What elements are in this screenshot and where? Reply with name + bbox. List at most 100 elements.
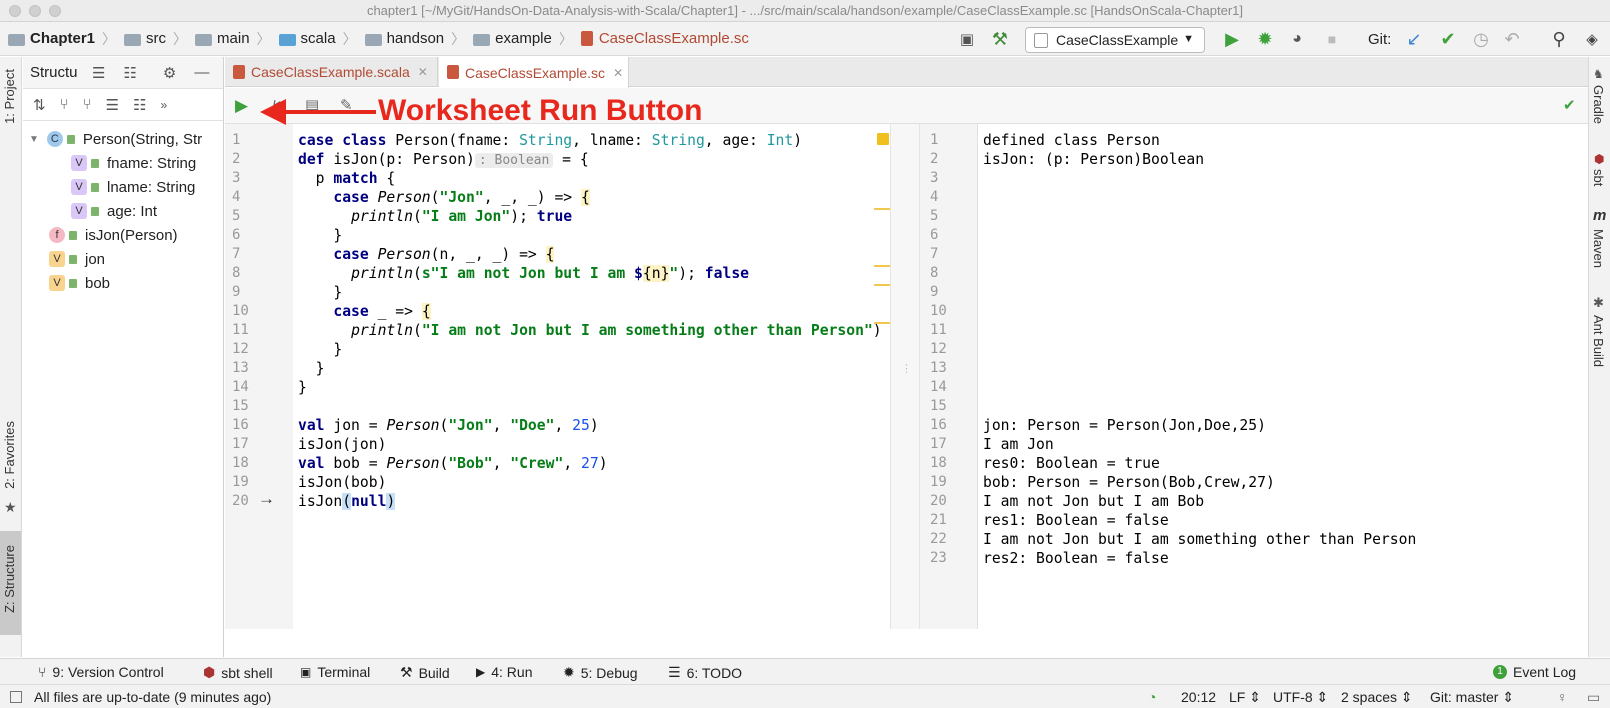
maven-tool-tab[interactable]: Maven — [1591, 229, 1606, 268]
expand-all-icon[interactable]: ☰ — [92, 64, 105, 82]
tree-item-jon[interactable]: V jon — [49, 247, 105, 271]
code-line: case Person("Jon", _, _) => { — [333, 189, 590, 206]
structure-tool-tab-active[interactable]: Z: Structure — [0, 531, 21, 635]
run-icon[interactable]: ▶ — [1222, 29, 1242, 49]
line-number: 9 — [232, 284, 241, 300]
zoom-window-button[interactable] — [49, 5, 61, 17]
breadcrumb-item-chapter1[interactable]: Chapter1 — [8, 30, 95, 47]
breadcrumb: Chapter1 〉 — [0, 22, 116, 56]
output-line: isJon: (p: Person)Boolean — [983, 151, 1205, 168]
drag-handle-icon[interactable]: ⋮ — [901, 362, 912, 375]
breadcrumb-item-file[interactable]: CaseClassExample.sc — [580, 30, 749, 47]
expand-tree-icon[interactable]: ☰ — [106, 96, 119, 114]
caret-position[interactable]: 20:12 — [1181, 689, 1216, 705]
stop-icon[interactable]: ■ — [1322, 29, 1342, 49]
favorites-tool-tab[interactable]: 2: Favorites — [2, 421, 17, 489]
warning-marker-icon[interactable] — [877, 133, 889, 145]
worksheet-split-divider[interactable]: ⋮ — [890, 124, 920, 629]
structure-header: Structu ☰ ☷ ⚙ — — [23, 57, 223, 89]
tree-item-age[interactable]: V age: Int — [71, 199, 157, 223]
memory-indicator-icon[interactable]: ◔ — [1148, 689, 1156, 705]
bug-icon: ✹ — [563, 664, 575, 680]
run-configuration-select[interactable]: CaseClassExample ▼ — [1025, 27, 1205, 53]
code-line: p match { — [298, 170, 396, 187]
tree-item-isjon[interactable]: f isJon(Person) — [49, 223, 178, 247]
build-hammer-icon[interactable]: ⚒ — [990, 29, 1010, 49]
terminal-tool-tab[interactable]: ▣ Terminal — [300, 664, 370, 680]
show-fields-icon[interactable]: ⑂ — [83, 96, 92, 113]
worksheet-run-button[interactable]: ▶ — [235, 96, 248, 116]
sbt-tool-tab[interactable]: sbt — [1591, 169, 1606, 186]
collapse-tree-icon[interactable]: ☷ — [133, 96, 146, 114]
tab-caseclassexample-scala[interactable]: CaseClassExample.scala ✕ — [225, 57, 438, 87]
output-line-number: 23 — [930, 550, 947, 566]
code-editor[interactable]: case class Person(fname: String, lname: … — [293, 124, 890, 629]
breadcrumb-item-handson[interactable]: handson — [364, 30, 444, 47]
breadcrumb-item-scala[interactable]: scala — [278, 30, 336, 47]
lock-icon — [69, 278, 77, 288]
git-update-icon[interactable]: ↙ — [1404, 29, 1424, 49]
gradle-tool-tab[interactable]: Gradle — [1591, 85, 1606, 124]
ide-features-icon[interactable]: ◈ — [1582, 29, 1602, 49]
todo-tool-tab[interactable]: ☰ 6: TODO — [668, 664, 742, 681]
chevron-down-icon[interactable]: ▼ — [29, 134, 39, 145]
gear-icon[interactable]: ⚙ — [163, 64, 176, 82]
git-rollback-icon[interactable]: ↶ — [1502, 29, 1522, 49]
project-tool-tab[interactable]: 1: Project — [2, 69, 17, 124]
error-stripe-mark[interactable] — [874, 284, 890, 286]
code-line: println("I am not Jon but I am something… — [351, 322, 882, 339]
sort-alphabetically-icon[interactable]: ⇅ — [33, 96, 46, 114]
git-history-icon[interactable]: ◷ — [1471, 29, 1491, 49]
folder-icon — [195, 33, 213, 46]
more-options-icon[interactable]: » — [161, 98, 168, 112]
git-branch[interactable]: Git: master ⇕ — [1430, 689, 1514, 706]
code-line: println("I am Jon"); true — [351, 208, 573, 225]
ant-build-tool-tab[interactable]: Ant Build — [1591, 315, 1606, 367]
notifications-icon[interactable]: ▭ — [1587, 689, 1600, 706]
chevron-down-icon: ▼ — [1183, 33, 1194, 45]
git-commit-icon[interactable]: ✔ — [1438, 29, 1458, 49]
git-label: Git: — [1368, 31, 1392, 48]
error-stripe-mark[interactable] — [874, 208, 890, 210]
breadcrumb-item-src[interactable]: src — [124, 30, 166, 47]
tree-item-fname[interactable]: V fname: String — [71, 151, 196, 175]
output-line-number: 22 — [930, 531, 947, 547]
inspector-icon[interactable]: ♀ — [1557, 689, 1568, 705]
close-window-button[interactable] — [9, 5, 21, 17]
tree-item-person[interactable]: ▼ C Person(String, Str — [29, 127, 202, 151]
breadcrumb-item-main[interactable]: main — [195, 30, 250, 47]
show-inherited-icon[interactable]: ⑂ — [60, 96, 69, 113]
event-log-tool-tab[interactable]: 1 Event Log — [1493, 664, 1576, 680]
run-with-coverage-icon[interactable]: ◕ — [1287, 29, 1307, 49]
minimize-window-button[interactable] — [29, 5, 41, 17]
breadcrumb-item-example[interactable]: example — [473, 30, 552, 47]
search-icon[interactable]: ⚲ — [1549, 29, 1569, 49]
lock-icon — [69, 254, 77, 264]
tree-item-lname[interactable]: V lname: String — [71, 175, 195, 199]
line-number: 5 — [232, 208, 241, 224]
error-stripe-mark[interactable] — [874, 265, 890, 267]
debug-bug-icon[interactable]: ✹ — [1255, 29, 1275, 49]
star-icon: ★ — [4, 499, 17, 515]
window-titlebar: chapter1 [~/MyGit/HandsOn-Data-Analysis-… — [0, 0, 1610, 22]
collapse-all-icon[interactable]: ☷ — [123, 64, 136, 82]
debug-tool-tab[interactable]: ✹ 5: Debug — [563, 664, 638, 681]
error-stripe-mark[interactable] — [874, 322, 890, 324]
close-tab-icon[interactable]: ✕ — [613, 66, 623, 80]
file-encoding[interactable]: UTF-8 ⇕ — [1273, 689, 1328, 706]
tree-item-bob[interactable]: V bob — [49, 271, 110, 295]
sbt-shell-tool-tab[interactable]: ⬢ sbt shell — [203, 664, 273, 681]
version-control-tool-tab[interactable]: ⑂ 9: Version Control — [38, 664, 164, 680]
line-separator[interactable]: LF ⇕ — [1229, 689, 1261, 706]
close-tab-icon[interactable]: ✕ — [418, 65, 428, 79]
indent-setting[interactable]: 2 spaces ⇕ — [1341, 689, 1413, 706]
line-number: 17 — [232, 436, 249, 452]
build-tool-tab[interactable]: ⚒ Build — [400, 664, 450, 681]
project-structure-icon[interactable]: ▣ — [957, 29, 977, 49]
toggle-tool-windows-icon[interactable] — [10, 691, 22, 703]
worksheet-config-icon — [1034, 32, 1048, 48]
tab-caseclassexample-sc[interactable]: CaseClassExample.sc ✕ — [439, 57, 629, 88]
hide-panel-icon[interactable]: — — [194, 64, 209, 81]
output-line-number: 2 — [930, 151, 939, 167]
run-tool-tab[interactable]: ▶ 4: Run — [476, 664, 532, 680]
